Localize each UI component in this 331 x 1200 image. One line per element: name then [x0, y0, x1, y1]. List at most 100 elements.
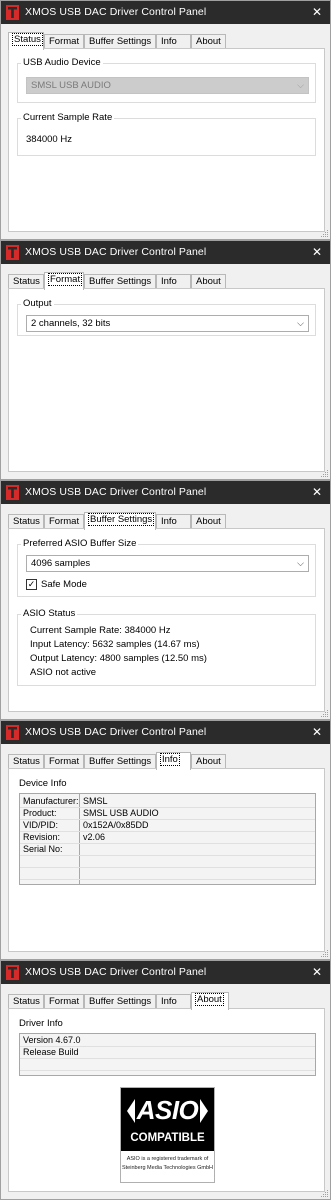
- resize-grip-icon[interactable]: [320, 229, 329, 238]
- driver-info-list[interactable]: Version 4.67.0 Release Build: [19, 1033, 316, 1076]
- app-icon: [6, 485, 19, 500]
- tab-info[interactable]: Info: [156, 514, 191, 529]
- title-bar[interactable]: XMOS USB DAC Driver Control Panel ✕: [1, 961, 330, 984]
- buffer-size-value: 4096 samples: [31, 558, 91, 569]
- window-title: XMOS USB DAC Driver Control Panel: [25, 726, 207, 738]
- close-icon[interactable]: ✕: [304, 721, 330, 744]
- tab-format[interactable]: Format: [44, 754, 84, 769]
- tab-about[interactable]: About: [191, 34, 226, 49]
- output-format-combo[interactable]: 2 channels, 32 bits ⌵: [26, 315, 309, 332]
- tab-buffer-settings[interactable]: Buffer Settings: [84, 34, 156, 49]
- info-key: Serial No:: [23, 844, 63, 854]
- table-row: Revision: v2.06: [20, 832, 315, 844]
- control-panel-window-format: XMOS USB DAC Driver Control Panel ✕ Stat…: [0, 240, 331, 480]
- tab-format[interactable]: Format: [44, 514, 84, 529]
- info-key: Revision:: [23, 832, 61, 842]
- tab-format[interactable]: Format: [44, 272, 84, 290]
- asio-buffer-size-group: Preferred ASIO Buffer Size 4096 samples …: [17, 538, 316, 597]
- tab-status[interactable]: Status: [8, 994, 44, 1009]
- tab-buffer-settings[interactable]: Buffer Settings: [84, 512, 156, 530]
- device-combo-value: SMSL USB AUDIO: [31, 80, 111, 91]
- control-panel-window-buffer: XMOS USB DAC Driver Control Panel ✕ Stat…: [0, 480, 331, 720]
- info-key: Manufacturer:: [23, 796, 79, 806]
- safe-mode-checkbox[interactable]: ✓: [26, 579, 37, 590]
- tab-about[interactable]: About: [191, 992, 229, 1010]
- driver-version: Version 4.67.0: [23, 1035, 81, 1045]
- tab-status[interactable]: Status: [8, 754, 44, 769]
- title-bar[interactable]: XMOS USB DAC Driver Control Panel ✕: [1, 481, 330, 504]
- table-row: Product: SMSL USB AUDIO: [20, 808, 315, 820]
- resize-grip-icon[interactable]: [320, 469, 329, 478]
- info-value: v2.06: [83, 832, 106, 842]
- asio-status-group: ASIO Status Current Sample Rate: 384000 …: [17, 608, 316, 686]
- app-icon: [6, 725, 19, 740]
- trademark-line-2: Steinberg Media Technologies GmbH: [121, 1165, 213, 1171]
- control-panel-window-about: XMOS USB DAC Driver Control Panel ✕ Stat…: [0, 960, 331, 1200]
- output-format-value: 2 channels, 32 bits: [31, 318, 111, 329]
- tab-about[interactable]: About: [191, 274, 226, 289]
- tab-status[interactable]: Status: [8, 274, 44, 289]
- status-asio-active: ASIO not active: [30, 667, 97, 678]
- group-title: Preferred ASIO Buffer Size: [21, 538, 139, 549]
- info-value: SMSL: [83, 796, 108, 806]
- tab-about[interactable]: About: [191, 514, 226, 529]
- sample-rate-value: 384000 Hz: [26, 134, 72, 145]
- control-panel-window-info: XMOS USB DAC Driver Control Panel ✕ Stat…: [0, 720, 331, 960]
- checkmark-icon: ✓: [27, 579, 36, 589]
- device-combo: SMSL USB AUDIO ⌵: [26, 77, 309, 94]
- usb-audio-device-group: USB Audio Device SMSL USB AUDIO ⌵: [17, 57, 316, 103]
- tab-buffer-settings[interactable]: Buffer Settings: [84, 754, 156, 769]
- group-title: Output: [21, 298, 54, 309]
- info-key: VID/PID:: [23, 820, 59, 830]
- tab-panel-format: Output 2 channels, 32 bits ⌵: [8, 288, 325, 472]
- tab-buffer-settings[interactable]: Buffer Settings: [84, 274, 156, 289]
- app-icon: [6, 245, 19, 260]
- status-output-latency: Output Latency: 4800 samples (12.50 ms): [30, 653, 207, 664]
- tab-panel-status: USB Audio Device SMSL USB AUDIO ⌵ Curren…: [8, 48, 325, 232]
- tab-panel-info: Device Info Manufacturer: SMSL Product: …: [8, 768, 325, 952]
- chevron-down-icon: ⌵: [297, 558, 304, 568]
- app-icon: [6, 5, 19, 20]
- tab-format[interactable]: Format: [44, 34, 84, 49]
- output-group: Output 2 channels, 32 bits ⌵: [17, 298, 316, 336]
- control-panel-window-status: XMOS USB DAC Driver Control Panel ✕ Stat…: [0, 0, 331, 240]
- title-bar[interactable]: XMOS USB DAC Driver Control Panel ✕: [1, 1, 330, 24]
- asio-logo-text: ASIO: [136, 1095, 199, 1125]
- compatible-text: COMPATIBLE: [130, 1132, 205, 1144]
- app-icon: [6, 965, 19, 980]
- close-icon[interactable]: ✕: [304, 241, 330, 264]
- buffer-size-combo[interactable]: 4096 samples ⌵: [26, 555, 309, 572]
- title-bar[interactable]: XMOS USB DAC Driver Control Panel ✕: [1, 721, 330, 744]
- resize-grip-icon[interactable]: [320, 949, 329, 958]
- tab-status[interactable]: Status: [8, 514, 44, 529]
- tab-info[interactable]: Info: [156, 274, 191, 289]
- close-icon[interactable]: ✕: [304, 961, 330, 984]
- current-sample-rate-group: Current Sample Rate 384000 Hz: [17, 112, 316, 156]
- driver-info-label: Driver Info: [19, 1018, 63, 1029]
- device-info-grid[interactable]: Manufacturer: SMSL Product: SMSL USB AUD…: [19, 793, 316, 885]
- tab-status[interactable]: Status: [8, 32, 44, 50]
- tab-panel-buffer-settings: Preferred ASIO Buffer Size 4096 samples …: [8, 528, 325, 712]
- close-icon[interactable]: ✕: [304, 1, 330, 24]
- tab-info[interactable]: Info: [156, 994, 191, 1009]
- info-value: SMSL USB AUDIO: [83, 808, 159, 818]
- tab-about[interactable]: About: [191, 754, 226, 769]
- chevron-down-icon: ⌵: [297, 318, 304, 328]
- title-bar[interactable]: XMOS USB DAC Driver Control Panel ✕: [1, 241, 330, 264]
- table-row: Serial No:: [20, 844, 315, 856]
- tab-buffer-settings[interactable]: Buffer Settings: [84, 994, 156, 1009]
- list-item: Version 4.67.0: [20, 1035, 315, 1047]
- status-input-latency: Input Latency: 5632 samples (14.67 ms): [30, 639, 200, 650]
- tab-panel-about: Driver Info Version 4.67.0 Release Build…: [8, 1008, 325, 1192]
- trademark-line-1: ASIO is a registered trademark of: [126, 1156, 209, 1162]
- close-icon[interactable]: ✕: [304, 481, 330, 504]
- tab-info[interactable]: Info: [156, 34, 191, 49]
- info-key: Product:: [23, 808, 57, 818]
- group-title: Current Sample Rate: [21, 112, 115, 123]
- resize-grip-icon[interactable]: [320, 709, 329, 718]
- asio-compatible-logo: ASIO COMPATIBLE ASIO is a registered tra…: [120, 1087, 215, 1183]
- window-title: XMOS USB DAC Driver Control Panel: [25, 6, 207, 18]
- tab-format[interactable]: Format: [44, 994, 84, 1009]
- tab-info[interactable]: Info: [156, 752, 191, 770]
- resize-grip-icon[interactable]: [320, 1189, 329, 1198]
